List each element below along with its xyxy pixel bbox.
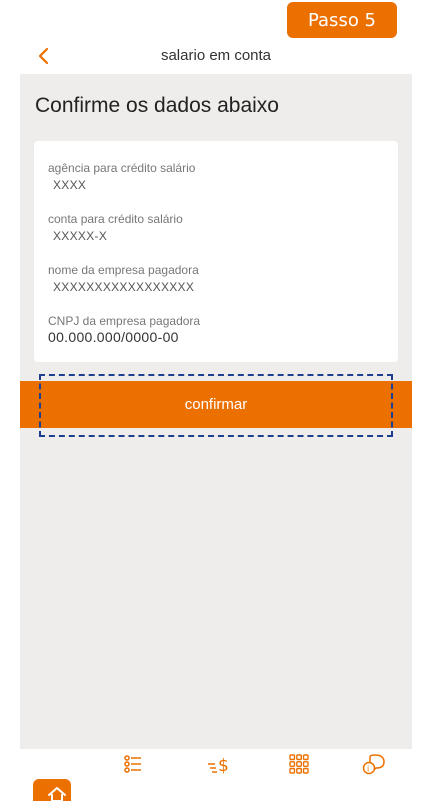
field-account-label: conta para crédito salário <box>48 212 183 226</box>
transfer-money-icon: $ <box>208 756 229 775</box>
chat-help-icon: i <box>362 754 385 775</box>
field-cnpj-label: CNPJ da empresa pagadora <box>48 314 201 328</box>
field-account: conta para crédito salário XXXXX-X <box>48 212 183 243</box>
field-agency: agência para crédito salário XXXX <box>48 161 195 192</box>
header-title: salario em conta <box>160 47 272 64</box>
svg-text:i: i <box>367 765 369 774</box>
field-agency-label: agência para crédito salário <box>48 161 196 175</box>
tab-help[interactable]: i <box>349 749 399 801</box>
field-company-label: nome da empresa pagadora <box>48 263 199 277</box>
bottom-tab-bar: $ i <box>20 749 412 802</box>
field-account-value: XXXXX-X <box>53 229 108 243</box>
tab-home[interactable] <box>32 749 82 802</box>
svg-text:$: $ <box>218 756 229 775</box>
details-card: agência para crédito salário XXXX conta … <box>34 141 398 362</box>
tab-list[interactable] <box>109 749 159 801</box>
field-company: nome da empresa pagadora XXXXXXXXXXXXXXX… <box>48 263 199 294</box>
confirm-button[interactable]: confirmar <box>20 381 412 428</box>
page-title: Confirme os dados abaixo <box>35 94 279 117</box>
home-icon <box>48 787 66 802</box>
header-bar: salario em conta <box>20 40 412 74</box>
step-badge: Passo 5 <box>287 2 397 38</box>
list-icon <box>124 755 141 773</box>
field-cnpj-value: 00.000.000/0000-00 <box>48 329 179 345</box>
grid-menu-icon <box>289 754 309 774</box>
field-company-value: XXXXXXXXXXXXXXXXX <box>53 280 195 294</box>
field-agency-value: XXXX <box>53 178 87 192</box>
tab-transfer[interactable]: $ <box>193 749 243 801</box>
tab-menu[interactable] <box>274 749 324 801</box>
field-cnpj: CNPJ da empresa pagadora 00.000.000/0000… <box>48 314 200 344</box>
